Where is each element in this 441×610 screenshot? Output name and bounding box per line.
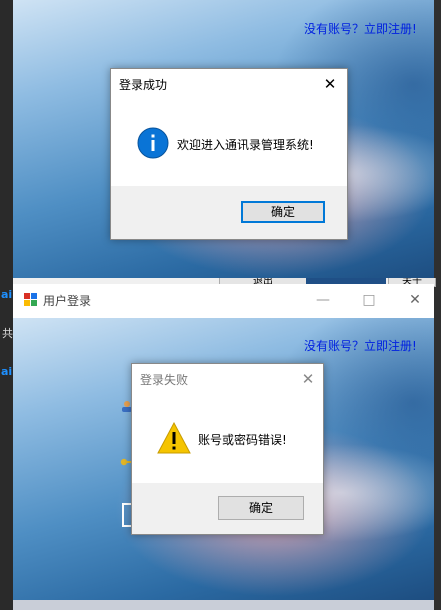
success-dialog-title: 登录成功 [119, 78, 168, 92]
success-ok-button[interactable]: 确定 [241, 201, 325, 223]
window2-bottom-strip [13, 600, 434, 610]
minimize-button[interactable]: — [300, 284, 346, 316]
close-icon: ✕ [301, 370, 315, 388]
close-button[interactable]: ✕ [392, 284, 438, 316]
success-dialog-close-button[interactable]: ✕ [318, 73, 342, 95]
window2-title: 用户登录 [43, 294, 92, 308]
fail-dialog-title: 登录失败 [140, 373, 189, 387]
fail-dialog: 登录失败 ✕ 账号或密码错误! 确定 [131, 363, 324, 535]
left-fragment-3: ai [1, 365, 13, 378]
success-dialog-message: 欢迎进入通讯录管理系统! [177, 138, 314, 152]
app-icon [24, 293, 37, 306]
maximize-icon: □ [362, 292, 376, 308]
fail-dialog-message: 账号或密码错误! [198, 433, 287, 447]
close-icon: ✕ [323, 75, 337, 93]
fail-ok-button[interactable]: 确定 [218, 496, 304, 520]
fail-dialog-close-button[interactable]: ✕ [296, 368, 320, 390]
close-icon: ✕ [409, 292, 421, 308]
warning-icon [157, 422, 191, 454]
register-link-2[interactable]: 没有账号？立即注册! [304, 337, 417, 354]
minimize-icon: — [316, 292, 330, 308]
maximize-button[interactable]: □ [346, 284, 392, 316]
left-window-edge [0, 0, 13, 610]
left-fragment-2: 共 [2, 327, 13, 340]
success-dialog: 登录成功 ✕ 欢迎进入通讯录管理系统! 确定 [110, 68, 348, 240]
window2-titlebar: 用户登录 — □ ✕ [13, 284, 434, 318]
left-fragment-1: ai [1, 288, 13, 301]
info-icon [137, 127, 169, 159]
fail-dialog-footer: 确定 [132, 483, 323, 534]
register-link[interactable]: 没有账号？立即注册! [304, 20, 417, 37]
success-dialog-footer: 确定 [111, 186, 347, 239]
